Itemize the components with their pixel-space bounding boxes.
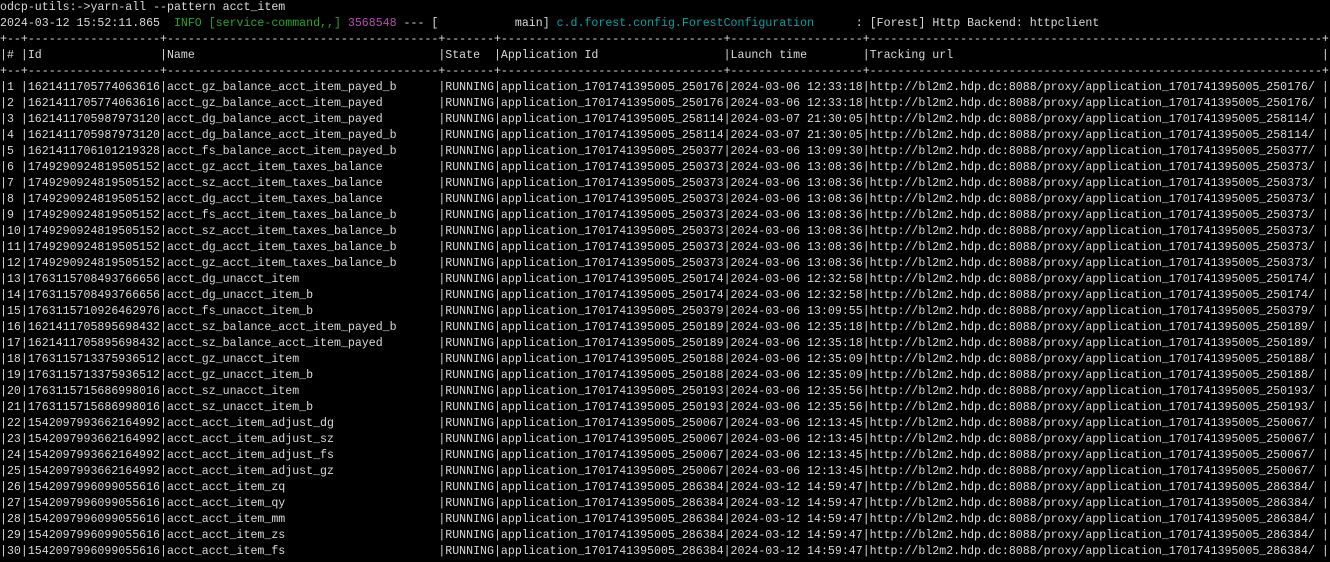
table-row: |20|1763115715686998016|acct_sz_unacct_i… bbox=[0, 384, 1330, 400]
table-row: |3 |1621411705987973120|acct_dg_balance_… bbox=[0, 112, 1330, 128]
table-row: |16|1621411705895698432|acct_sz_balance_… bbox=[0, 320, 1330, 336]
table-row: |27|1542097996099055616|acct_acct_item_q… bbox=[0, 496, 1330, 512]
table-row: |23|1542097993662164992|acct_acct_item_a… bbox=[0, 432, 1330, 448]
terminal-screen[interactable]: odcp-utils:->yarn-all --pattern acct_ite… bbox=[0, 0, 1330, 562]
table-row: |6 |1749290924819505152|acct_gz_acct_ite… bbox=[0, 160, 1330, 176]
log-line: 2024-03-12 15:52:11.865 INFO [service-co… bbox=[0, 16, 1330, 32]
log-level: INFO [service-command,,] bbox=[174, 17, 341, 30]
table-row: |13|1763115708493766656|acct_dg_unacct_i… bbox=[0, 272, 1330, 288]
table-row: |14|1763115708493766656|acct_dg_unacct_i… bbox=[0, 288, 1330, 304]
table-row: |28|1542097996099055616|acct_acct_item_m… bbox=[0, 512, 1330, 528]
table-row: |18|1763115713375936512|acct_gz_unacct_i… bbox=[0, 352, 1330, 368]
table-border: +--+-------------------+----------------… bbox=[0, 32, 1330, 48]
table-row: |25|1542097993662164992|acct_acct_item_a… bbox=[0, 464, 1330, 480]
log-message: : [Forest] Http Backend: httpclient bbox=[814, 17, 1099, 30]
table-header: |# |Id |Name |State |Application Id |Lau… bbox=[0, 48, 1330, 64]
log-pid: 3568548 bbox=[348, 17, 397, 30]
shell-prompt: odcp-utils:-> bbox=[0, 1, 90, 14]
table-row: |10|1749290924819505152|acct_sz_acct_ite… bbox=[0, 224, 1330, 240]
command-text: yarn-all --pattern acct_item bbox=[90, 1, 285, 14]
table-row: |22|1542097993662164992|acct_acct_item_a… bbox=[0, 416, 1330, 432]
yarn-table: +--+-------------------+----------------… bbox=[0, 32, 1330, 562]
table-row: |9 |1749290924819505152|acct_fs_acct_ite… bbox=[0, 208, 1330, 224]
table-row: |26|1542097996099055616|acct_acct_item_z… bbox=[0, 480, 1330, 496]
table-row: |24|1542097993662164992|acct_acct_item_a… bbox=[0, 448, 1330, 464]
table-row: |1 |1621411705774063616|acct_gz_balance_… bbox=[0, 80, 1330, 96]
table-row: |15|1763115710926462976|acct_fs_unacct_i… bbox=[0, 304, 1330, 320]
table-row: |2 |1621411705774063616|acct_gz_balance_… bbox=[0, 96, 1330, 112]
table-row: |17|1621411705895698432|acct_sz_balance_… bbox=[0, 336, 1330, 352]
log-thread: --- [ main] bbox=[397, 17, 557, 30]
table-row: |5 |1621411706101219328|acct_fs_balance_… bbox=[0, 144, 1330, 160]
table-row: |8 |1749290924819505152|acct_dg_acct_ite… bbox=[0, 192, 1330, 208]
table-row: |7 |1749290924819505152|acct_sz_acct_ite… bbox=[0, 176, 1330, 192]
table-row: |30|1542097996099055616|acct_acct_item_f… bbox=[0, 544, 1330, 560]
table-border: +--+-------------------+----------------… bbox=[0, 64, 1330, 80]
command-line: odcp-utils:->yarn-all --pattern acct_ite… bbox=[0, 0, 1330, 16]
table-row: |11|1749290924819505152|acct_dg_acct_ite… bbox=[0, 240, 1330, 256]
table-row: |29|1542097996099055616|acct_acct_item_z… bbox=[0, 528, 1330, 544]
table-row: |12|1749290924819505152|acct_gz_acct_ite… bbox=[0, 256, 1330, 272]
log-timestamp: 2024-03-12 15:52:11.865 bbox=[0, 17, 174, 30]
table-row: |19|1763115713375936512|acct_gz_unacct_i… bbox=[0, 368, 1330, 384]
log-logger: c.d.forest.config.ForestConfiguration bbox=[557, 17, 814, 30]
table-row: |4 |1621411705987973120|acct_dg_balance_… bbox=[0, 128, 1330, 144]
table-row: |21|1763115715686998016|acct_sz_unacct_i… bbox=[0, 400, 1330, 416]
